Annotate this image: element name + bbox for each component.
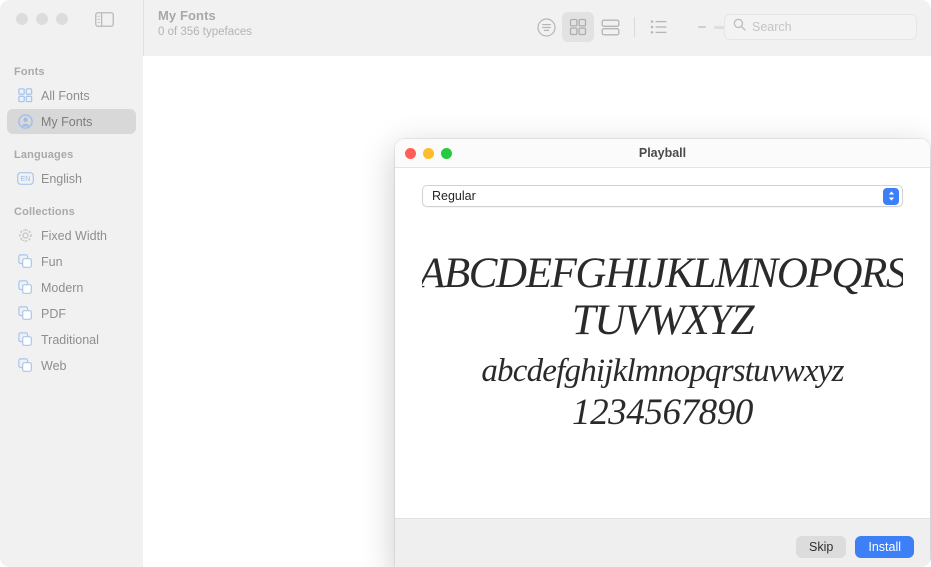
dialog-minimize-button[interactable] <box>423 148 434 159</box>
sidebar-item-label: Traditional <box>41 333 99 347</box>
specimen-digits-line: 1234567890 <box>572 393 753 432</box>
font-preview-dialog: Playball Regular ABCDEFGHIJKLMNO <box>395 139 930 567</box>
sidebar-section-fonts-label: Fonts <box>0 60 143 82</box>
sidebar-toggle-icon[interactable] <box>94 11 114 27</box>
toolbar-left-region <box>0 0 143 56</box>
minimize-button[interactable] <box>36 13 48 25</box>
toolbar: My Fonts 0 of 356 typefaces <box>0 0 931 56</box>
specimen-uppercase-line-2: TUVWXYZ <box>572 298 753 344</box>
preview-sample-button[interactable] <box>530 12 562 42</box>
en-badge-icon: EN <box>17 170 34 187</box>
collection-stack-icon <box>17 331 34 348</box>
person-circle-icon <box>17 113 34 130</box>
search-icon <box>733 18 746 36</box>
zoom-out-button[interactable]: − <box>697 20 707 35</box>
collection-stack-icon <box>17 279 34 296</box>
grid-squares-icon <box>17 87 34 104</box>
gear-icon <box>17 227 34 244</box>
sidebar-item-web[interactable]: Web <box>7 353 136 378</box>
sidebar-item-label: Web <box>41 359 66 373</box>
typeface-count: 0 of 356 typefaces <box>158 25 252 39</box>
sidebar-item-all-fonts[interactable]: All Fonts <box>7 83 136 108</box>
dialog-close-button[interactable] <box>405 148 416 159</box>
dialog-zoom-button[interactable] <box>441 148 452 159</box>
svg-text:EN: EN <box>21 176 31 183</box>
sidebar-item-label: English <box>41 172 82 186</box>
content-area: Playball Regular ABCDEFGHIJKLMNO <box>143 56 931 567</box>
collection-stack-icon <box>17 305 34 322</box>
install-button[interactable]: Install <box>855 536 914 558</box>
chevron-up-down-icon[interactable] <box>883 188 899 205</box>
window-traffic-lights <box>16 13 68 25</box>
sidebar-section-collections-label: Collections <box>0 192 143 222</box>
sidebar-section-languages-label: Languages <box>0 135 143 165</box>
font-specimen: ABCDEFGHIJKLMNOPQRS TUVWXYZ abcdefghijkl… <box>422 207 903 518</box>
collection-stack-icon <box>17 253 34 270</box>
main-body: Fonts All Fonts <box>0 56 931 567</box>
grid-view-button[interactable] <box>562 12 594 42</box>
sidebar-item-label: My Fonts <box>41 115 92 129</box>
search-input[interactable] <box>752 20 902 34</box>
sidebar-item-traditional[interactable]: Traditional <box>7 327 136 352</box>
specimen-lowercase-line: abcdefghijklmnopqrstuvwxyz <box>481 354 843 389</box>
font-style-popup-button[interactable]: Regular <box>422 185 903 207</box>
sidebar-item-fixed-width[interactable]: Fixed Width <box>7 223 136 248</box>
sidebar-item-label: Fixed Width <box>41 229 107 243</box>
sidebar-item-my-fonts[interactable]: My Fonts <box>7 109 136 134</box>
sidebar-item-label: All Fonts <box>41 89 90 103</box>
search-field[interactable] <box>724 14 917 40</box>
font-style-value: Regular <box>432 189 476 203</box>
zoom-button[interactable] <box>56 13 68 25</box>
sidebar-item-pdf[interactable]: PDF <box>7 301 136 326</box>
page-title-block: My Fonts 0 of 356 typefaces <box>144 0 252 39</box>
sidebar-item-label: Modern <box>41 281 83 295</box>
collection-stack-icon <box>17 357 34 374</box>
dialog-body: Regular ABCDEFGHIJKLMNOPQRS TUVWXYZ abcd… <box>395 168 930 518</box>
sidebar: Fonts All Fonts <box>0 56 143 567</box>
sidebar-item-fun[interactable]: Fun <box>7 249 136 274</box>
sidebar-item-label: PDF <box>41 307 66 321</box>
page-title: My Fonts <box>158 8 252 24</box>
dialog-title: Playball <box>395 146 930 160</box>
repertoire-view-button[interactable] <box>594 12 626 42</box>
sidebar-item-label: Fun <box>41 255 63 269</box>
close-button[interactable] <box>16 13 28 25</box>
skip-button[interactable]: Skip <box>796 536 846 558</box>
toolbar-divider <box>634 17 635 37</box>
list-view-button[interactable] <box>643 12 675 42</box>
sidebar-item-modern[interactable]: Modern <box>7 275 136 300</box>
toolbar-right-region: My Fonts 0 of 356 typefaces <box>143 0 931 56</box>
font-book-window: My Fonts 0 of 356 typefaces <box>0 0 931 567</box>
sidebar-item-english[interactable]: EN English <box>7 166 136 191</box>
dialog-footer: Skip Install <box>395 518 930 567</box>
specimen-uppercase-line-1: ABCDEFGHIJKLMNOPQRS <box>422 251 903 297</box>
dialog-traffic-lights <box>405 148 452 159</box>
dialog-titlebar: Playball <box>395 139 930 168</box>
